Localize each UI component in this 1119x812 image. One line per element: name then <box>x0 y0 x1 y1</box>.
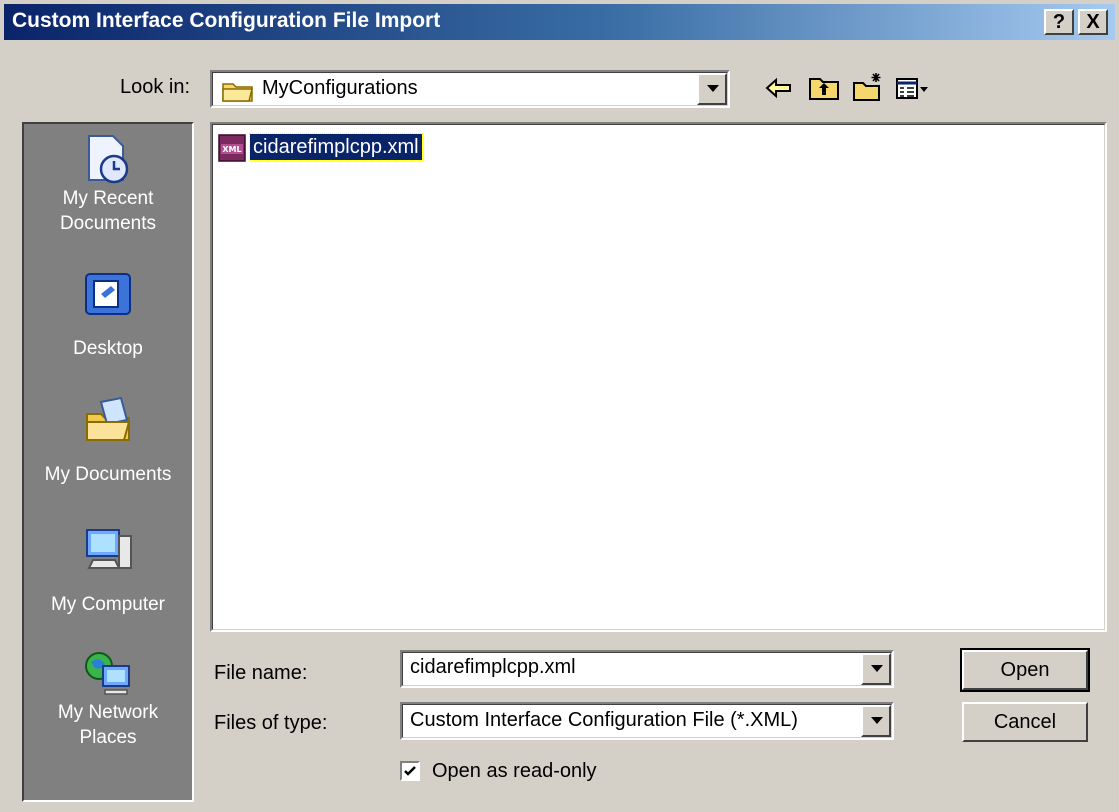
place-recent-documents[interactable]: My Recent Documents <box>24 132 192 236</box>
my-computer-icon <box>86 529 132 569</box>
desktop-icon <box>85 273 131 315</box>
file-type-combo[interactable]: Custom Interface Configuration File (*.X… <box>400 702 894 740</box>
file-name-dropdown-button[interactable] <box>861 653 891 685</box>
my-documents-icon <box>86 396 131 441</box>
svg-text:XML: XML <box>222 145 241 154</box>
back-arrow-icon[interactable] <box>762 70 798 106</box>
open-button[interactable]: Open <box>960 648 1090 692</box>
file-type-value: Custom Interface Configuration File (*.X… <box>410 709 798 731</box>
file-import-dialog: Custom Interface Configuration File Impo… <box>0 0 1119 812</box>
dialog-title: Custom Interface Configuration File Impo… <box>12 9 441 32</box>
file-list[interactable]: XML cidarefimplcpp.xml <box>210 122 1107 632</box>
look-in-combo[interactable]: MyConfigurations <box>210 70 730 108</box>
network-places-icon <box>85 652 130 695</box>
new-folder-icon[interactable] <box>850 70 886 106</box>
file-name-label: cidarefimplcpp.xml <box>249 133 423 161</box>
cancel-button[interactable]: Cancel <box>962 702 1088 742</box>
close-button[interactable]: X <box>1078 9 1108 35</box>
file-name-label: File name: <box>214 662 308 684</box>
checkmark-icon <box>404 766 416 776</box>
file-type-label: Files of type: <box>214 712 328 734</box>
place-network-places[interactable]: My Network Places <box>24 646 192 750</box>
file-name-combo[interactable] <box>400 650 894 688</box>
view-menu-icon[interactable] <box>894 70 930 106</box>
title-bar[interactable]: Custom Interface Configuration File Impo… <box>4 4 1115 40</box>
look-in-label: Look in: <box>120 76 191 98</box>
place-desktop[interactable]: Desktop <box>24 268 192 361</box>
file-name-input[interactable] <box>410 656 850 679</box>
read-only-label: Open as read-only <box>432 760 597 782</box>
places-bar: My Recent Documents Desktop My Documents <box>22 122 194 802</box>
folder-icon <box>222 83 253 102</box>
help-button[interactable]: ? <box>1044 9 1074 35</box>
look-in-value: MyConfigurations <box>262 77 418 99</box>
place-my-documents[interactable]: My Documents <box>24 394 192 487</box>
read-only-checkbox[interactable] <box>400 761 420 781</box>
look-in-dropdown-button[interactable] <box>697 73 727 105</box>
file-type-dropdown-button[interactable] <box>861 705 891 737</box>
xml-file-icon: XML <box>218 134 246 162</box>
place-my-computer[interactable]: My Computer <box>24 524 192 617</box>
recent-documents-icon <box>88 135 129 184</box>
up-folder-icon[interactable] <box>806 70 842 106</box>
